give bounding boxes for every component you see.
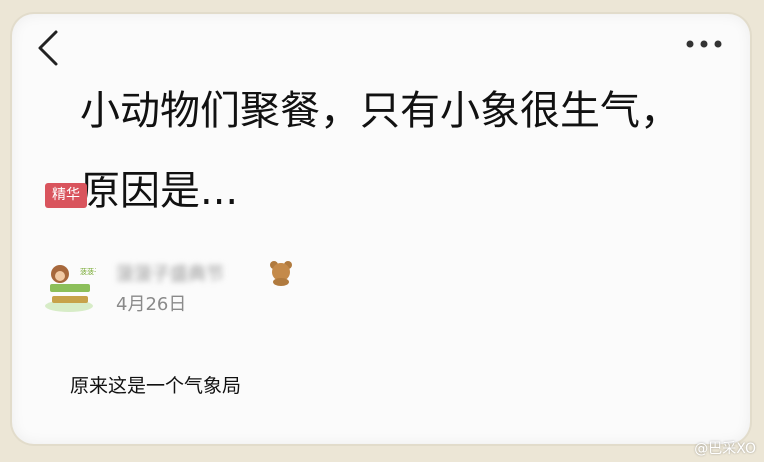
more-dots-icon[interactable] [684, 36, 724, 52]
avatar-text: 菠菠子 蛤蟆 [80, 267, 96, 276]
watermark: @巴采XO [694, 441, 756, 457]
author-avatar[interactable]: 菠菠子 蛤蟆 [42, 254, 96, 314]
author-name[interactable]: 菠菠子盛典节 [116, 260, 261, 282]
featured-tag-badge[interactable]: 精华 [45, 183, 87, 208]
post-card: 小动物们聚餐，只有小象很生气，原因是... 精华 菠菠子 蛤蟆 菠菠子盛典节 4… [12, 14, 750, 444]
post-date: 4月26日 [116, 294, 187, 315]
post-body-text: 原来这是一个气象局 [70, 375, 242, 397]
chevron-left-icon[interactable] [34, 28, 62, 68]
post-title: 小动物们聚餐，只有小象很生气，原因是... [80, 87, 680, 214]
bear-icon [270, 261, 292, 286]
